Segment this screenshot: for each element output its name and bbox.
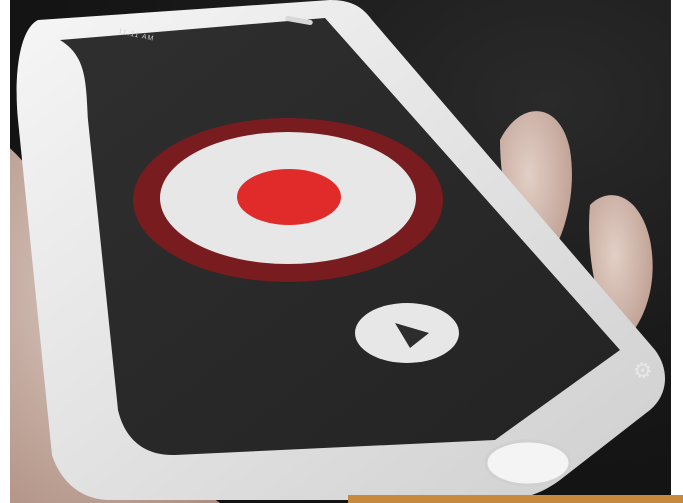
bottom-accent-strip [348, 495, 683, 503]
left-border [0, 0, 10, 503]
phone-illustration [0, 0, 666, 503]
photo-scene: 11:11 AM ⚙ [0, 0, 683, 503]
home-button[interactable] [484, 439, 572, 487]
record-icon[interactable] [237, 169, 341, 225]
right-border [671, 0, 683, 503]
gear-icon[interactable]: ⚙ [631, 356, 655, 384]
